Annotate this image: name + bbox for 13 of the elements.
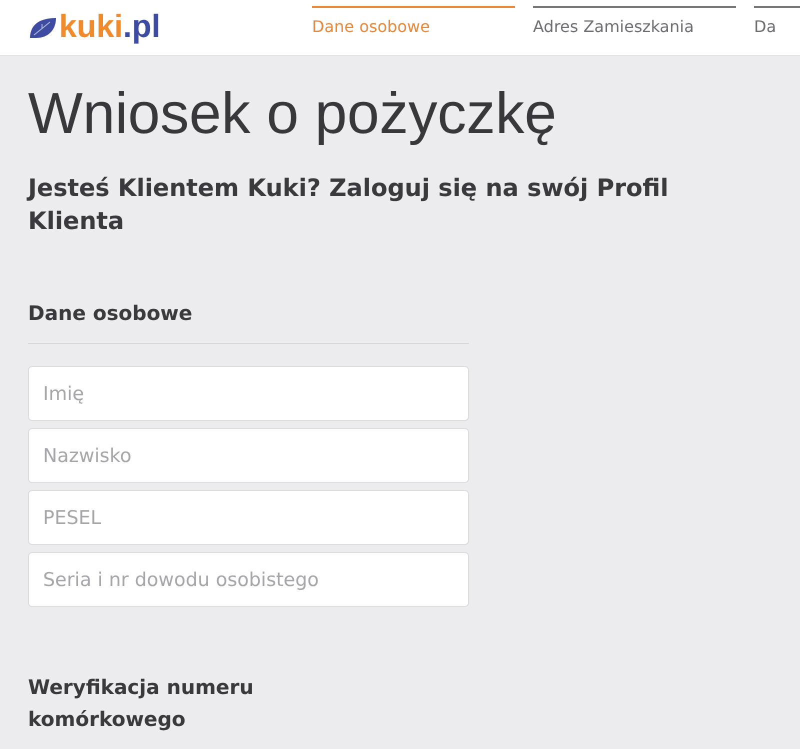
step-tab[interactable]: Adres Zamieszkania [533, 6, 736, 55]
leaf-icon [28, 16, 58, 40]
input-field[interactable]: Nazwisko [28, 428, 469, 484]
step-tab[interactable]: Dane osobowe [312, 6, 515, 55]
section-heading: Weryfikacja numeru komórkowego [28, 674, 255, 734]
step-tab[interactable]: Da [754, 6, 800, 55]
input-field[interactable]: Imię [28, 366, 469, 422]
input-field[interactable]: PESEL [28, 490, 469, 546]
login-prompt[interactable]: Jesteś Klientem Kuki? Zaloguj się na swój Profil Klienta [28, 172, 768, 238]
logo[interactable]: kuki.pl [59, 10, 160, 42]
section-heading: Dane osobowe [28, 300, 194, 328]
input-field[interactable]: Seria i nr dowodu osobistego [28, 552, 469, 608]
page-title: Wniosek o pożyczkę [28, 82, 558, 146]
